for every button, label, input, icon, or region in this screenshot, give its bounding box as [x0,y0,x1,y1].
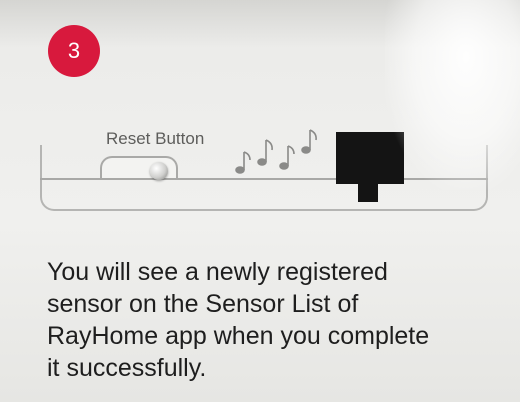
sensor-stem [358,184,378,202]
instruction-line: RayHome app when you complete [47,322,430,350]
reset-button-label: Reset Button [106,129,205,148]
music-notes-icon [235,129,317,174]
instruction-text: You will see a newly registered sensor o… [47,256,502,384]
instruction-line: sensor on the Sensor List of [47,290,359,318]
reset-knob-icon [150,162,168,180]
step-number-badge: 3 [48,25,100,77]
instruction-card: 3 Reset Button You will see a newly regi… [0,0,520,402]
instruction-line: it successfully. [47,354,207,382]
device-illustration: Reset Button [40,100,488,220]
instruction-line: You will see a newly registered [47,258,388,286]
sensor-device-icon [336,132,404,184]
